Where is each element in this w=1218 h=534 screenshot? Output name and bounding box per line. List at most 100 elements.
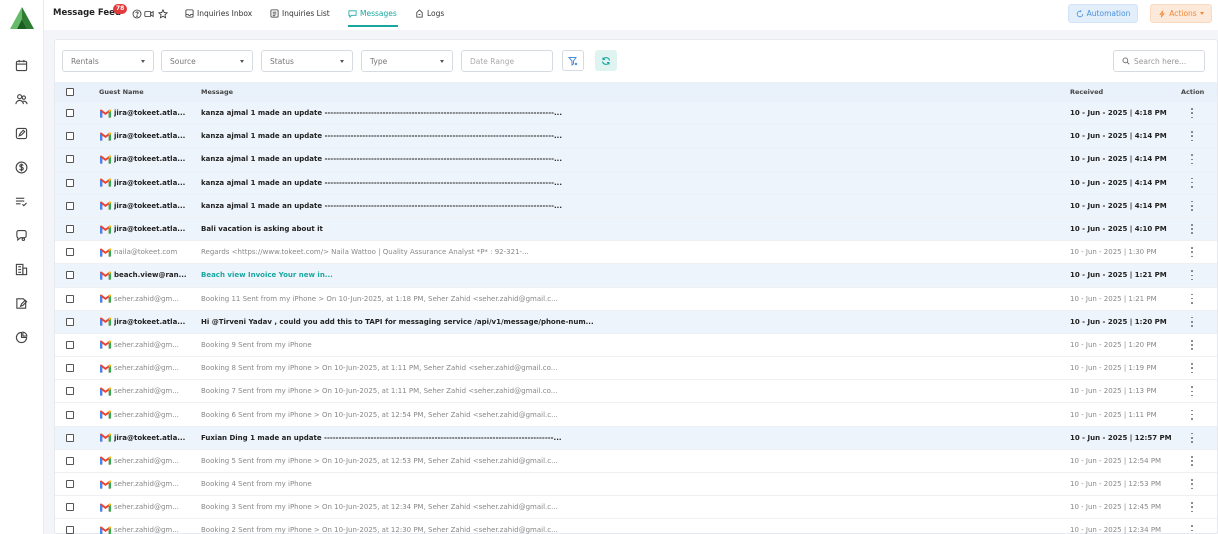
source-filter[interactable]: Source [161,50,253,72]
more-options-icon[interactable] [1189,409,1195,421]
message-preview[interactable]: Booking 9 Sent from my iPhone [201,341,1061,349]
row-checkbox[interactable] [66,480,74,489]
help-icon[interactable] [131,8,143,20]
message-preview[interactable]: Beach view Invoice Your new in... [201,271,1061,279]
row-checkbox[interactable] [66,317,74,326]
more-options-icon[interactable] [1189,524,1195,534]
message-preview[interactable]: Booking 3 Sent from my iPhone > On 10-Ju… [201,503,1061,511]
edit-icon[interactable] [12,124,30,142]
tab-inquiries-list[interactable]: Inquiries List [270,9,330,18]
table-row[interactable]: naila@tokeet.com Regards <https://www.tok… [55,241,1217,265]
message-preview[interactable]: kanza ajmal 1 made an update -----------… [201,202,1061,210]
building-icon[interactable] [12,260,30,278]
table-row[interactable]: seher.zahid@gm... Booking 7 Sent from my … [55,380,1217,404]
row-checkbox[interactable] [66,340,74,349]
row-checkbox[interactable] [66,526,74,534]
table-row[interactable]: seher.zahid@gm... Booking 11 Sent from my… [55,288,1217,311]
chat-icon[interactable] [12,226,30,244]
tab-logs[interactable]: Logs [415,9,444,18]
more-options-icon[interactable] [1189,153,1195,165]
refresh-button[interactable] [595,50,617,71]
select-all-checkbox[interactable] [66,88,74,96]
table-row[interactable]: jira@tokeet.atla... kanza ajmal 1 made an… [55,171,1217,195]
row-checkbox[interactable] [66,410,74,419]
message-preview[interactable]: Bali vacation is asking about it [201,225,1061,233]
more-options-icon[interactable] [1189,223,1195,235]
row-checkbox[interactable] [66,178,74,187]
message-preview[interactable]: Booking 4 Sent from my iPhone [201,480,1061,488]
column-message[interactable]: Message [201,88,233,96]
message-preview[interactable]: Booking 6 Sent from my iPhone > On 10-Ju… [201,411,1061,419]
row-checkbox[interactable] [66,503,74,512]
tab-inquiries-inbox[interactable]: Inquiries Inbox [185,9,252,18]
message-preview[interactable]: Booking 2 Sent from my iPhone > On 10-Ju… [201,526,1061,534]
more-options-icon[interactable] [1189,385,1195,397]
row-checkbox[interactable] [66,271,74,280]
row-checkbox[interactable] [66,155,74,164]
table-row[interactable]: jira@tokeet.atla... kanza ajmal 1 made an… [55,194,1217,218]
more-options-icon[interactable] [1189,478,1195,490]
table-row[interactable]: seher.zahid@gm... Booking 9 Sent from my … [55,334,1217,358]
row-checkbox[interactable] [66,109,74,118]
table-row[interactable]: jira@tokeet.atla... Fuxian Ding 1 made an… [55,426,1217,450]
automation-button[interactable]: Automation [1068,4,1138,23]
more-options-icon[interactable] [1189,293,1195,305]
status-filter[interactable]: Status [261,50,353,72]
video-icon[interactable] [143,8,155,20]
table-row[interactable]: jira@tokeet.atla... Hi @Tirveni Yadav , c… [55,310,1217,334]
message-preview[interactable]: Booking 7 Sent from my iPhone > On 10-Ju… [201,387,1061,395]
calendar-icon[interactable] [12,56,30,74]
message-preview[interactable]: kanza ajmal 1 made an update -----------… [201,109,1061,117]
row-checkbox[interactable] [66,456,74,465]
table-row[interactable]: seher.zahid@gm... Booking 4 Sent from my … [55,473,1217,497]
row-checkbox[interactable] [66,132,74,141]
table-row[interactable]: seher.zahid@gm... Booking 2 Sent from my … [55,519,1217,534]
message-preview[interactable]: kanza ajmal 1 made an update -----------… [201,132,1061,140]
checklist-icon[interactable] [12,192,30,210]
more-options-icon[interactable] [1189,177,1195,189]
message-preview[interactable]: Booking 5 Sent from my iPhone > On 10-Ju… [201,457,1061,465]
row-checkbox[interactable] [66,364,74,373]
row-checkbox[interactable] [66,225,74,234]
more-options-icon[interactable] [1189,107,1195,119]
row-checkbox[interactable] [66,201,74,210]
table-row[interactable]: seher.zahid@gm... Booking 8 Sent from my … [55,357,1217,381]
table-row[interactable]: jira@tokeet.atla... kanza ajmal 1 made an… [55,102,1217,126]
more-options-icon[interactable] [1189,455,1195,467]
message-preview[interactable]: Fuxian Ding 1 made an update -----------… [201,434,1061,442]
column-guest-name[interactable]: Guest Name [99,88,144,96]
actions-button[interactable]: Actions [1150,4,1212,23]
table-row[interactable]: jira@tokeet.atla... Bali vacation is aski… [55,217,1217,242]
table-row[interactable]: seher.zahid@gm... Booking 5 Sent from my … [55,450,1217,473]
table-row[interactable]: seher.zahid@gm... Booking 3 Sent from my … [55,496,1217,520]
more-options-icon[interactable] [1189,269,1195,281]
more-options-icon[interactable] [1189,130,1195,142]
more-options-icon[interactable] [1189,362,1195,374]
row-checkbox[interactable] [66,248,74,257]
rentals-filter[interactable]: Rentals [62,50,154,72]
star-icon[interactable] [157,8,169,20]
table-row[interactable]: jira@tokeet.atla... kanza ajmal 1 made an… [55,148,1217,172]
more-options-icon[interactable] [1189,339,1195,351]
clear-filter-button[interactable] [562,50,584,71]
message-preview[interactable]: Hi @Tirveni Yadav , could you add this t… [201,318,1061,326]
tab-messages[interactable]: Messages [348,9,397,18]
pie-chart-icon[interactable] [12,328,30,346]
message-preview[interactable]: Regards <https://www.tokeet.com/> Naila … [201,248,1061,256]
row-checkbox[interactable] [66,294,74,303]
message-preview[interactable]: kanza ajmal 1 made an update -----------… [201,179,1061,187]
type-filter[interactable]: Type [361,50,453,72]
row-checkbox[interactable] [66,387,74,396]
more-options-icon[interactable] [1189,200,1195,212]
search-input[interactable]: Search here... [1113,50,1205,72]
more-options-icon[interactable] [1189,316,1195,328]
row-checkbox[interactable] [66,433,74,442]
more-options-icon[interactable] [1189,432,1195,444]
table-row[interactable]: seher.zahid@gm... Booking 6 Sent from my … [55,403,1217,427]
app-logo-icon[interactable] [9,6,35,30]
date-range-input[interactable]: Date Range [461,50,553,72]
contract-icon[interactable] [12,294,30,312]
table-row[interactable]: beach.view@ran... Beach view Invoice Your… [55,264,1217,288]
column-received[interactable]: Received [1070,88,1103,96]
message-preview[interactable]: Booking 11 Sent from my iPhone > On 10-J… [201,295,1061,303]
